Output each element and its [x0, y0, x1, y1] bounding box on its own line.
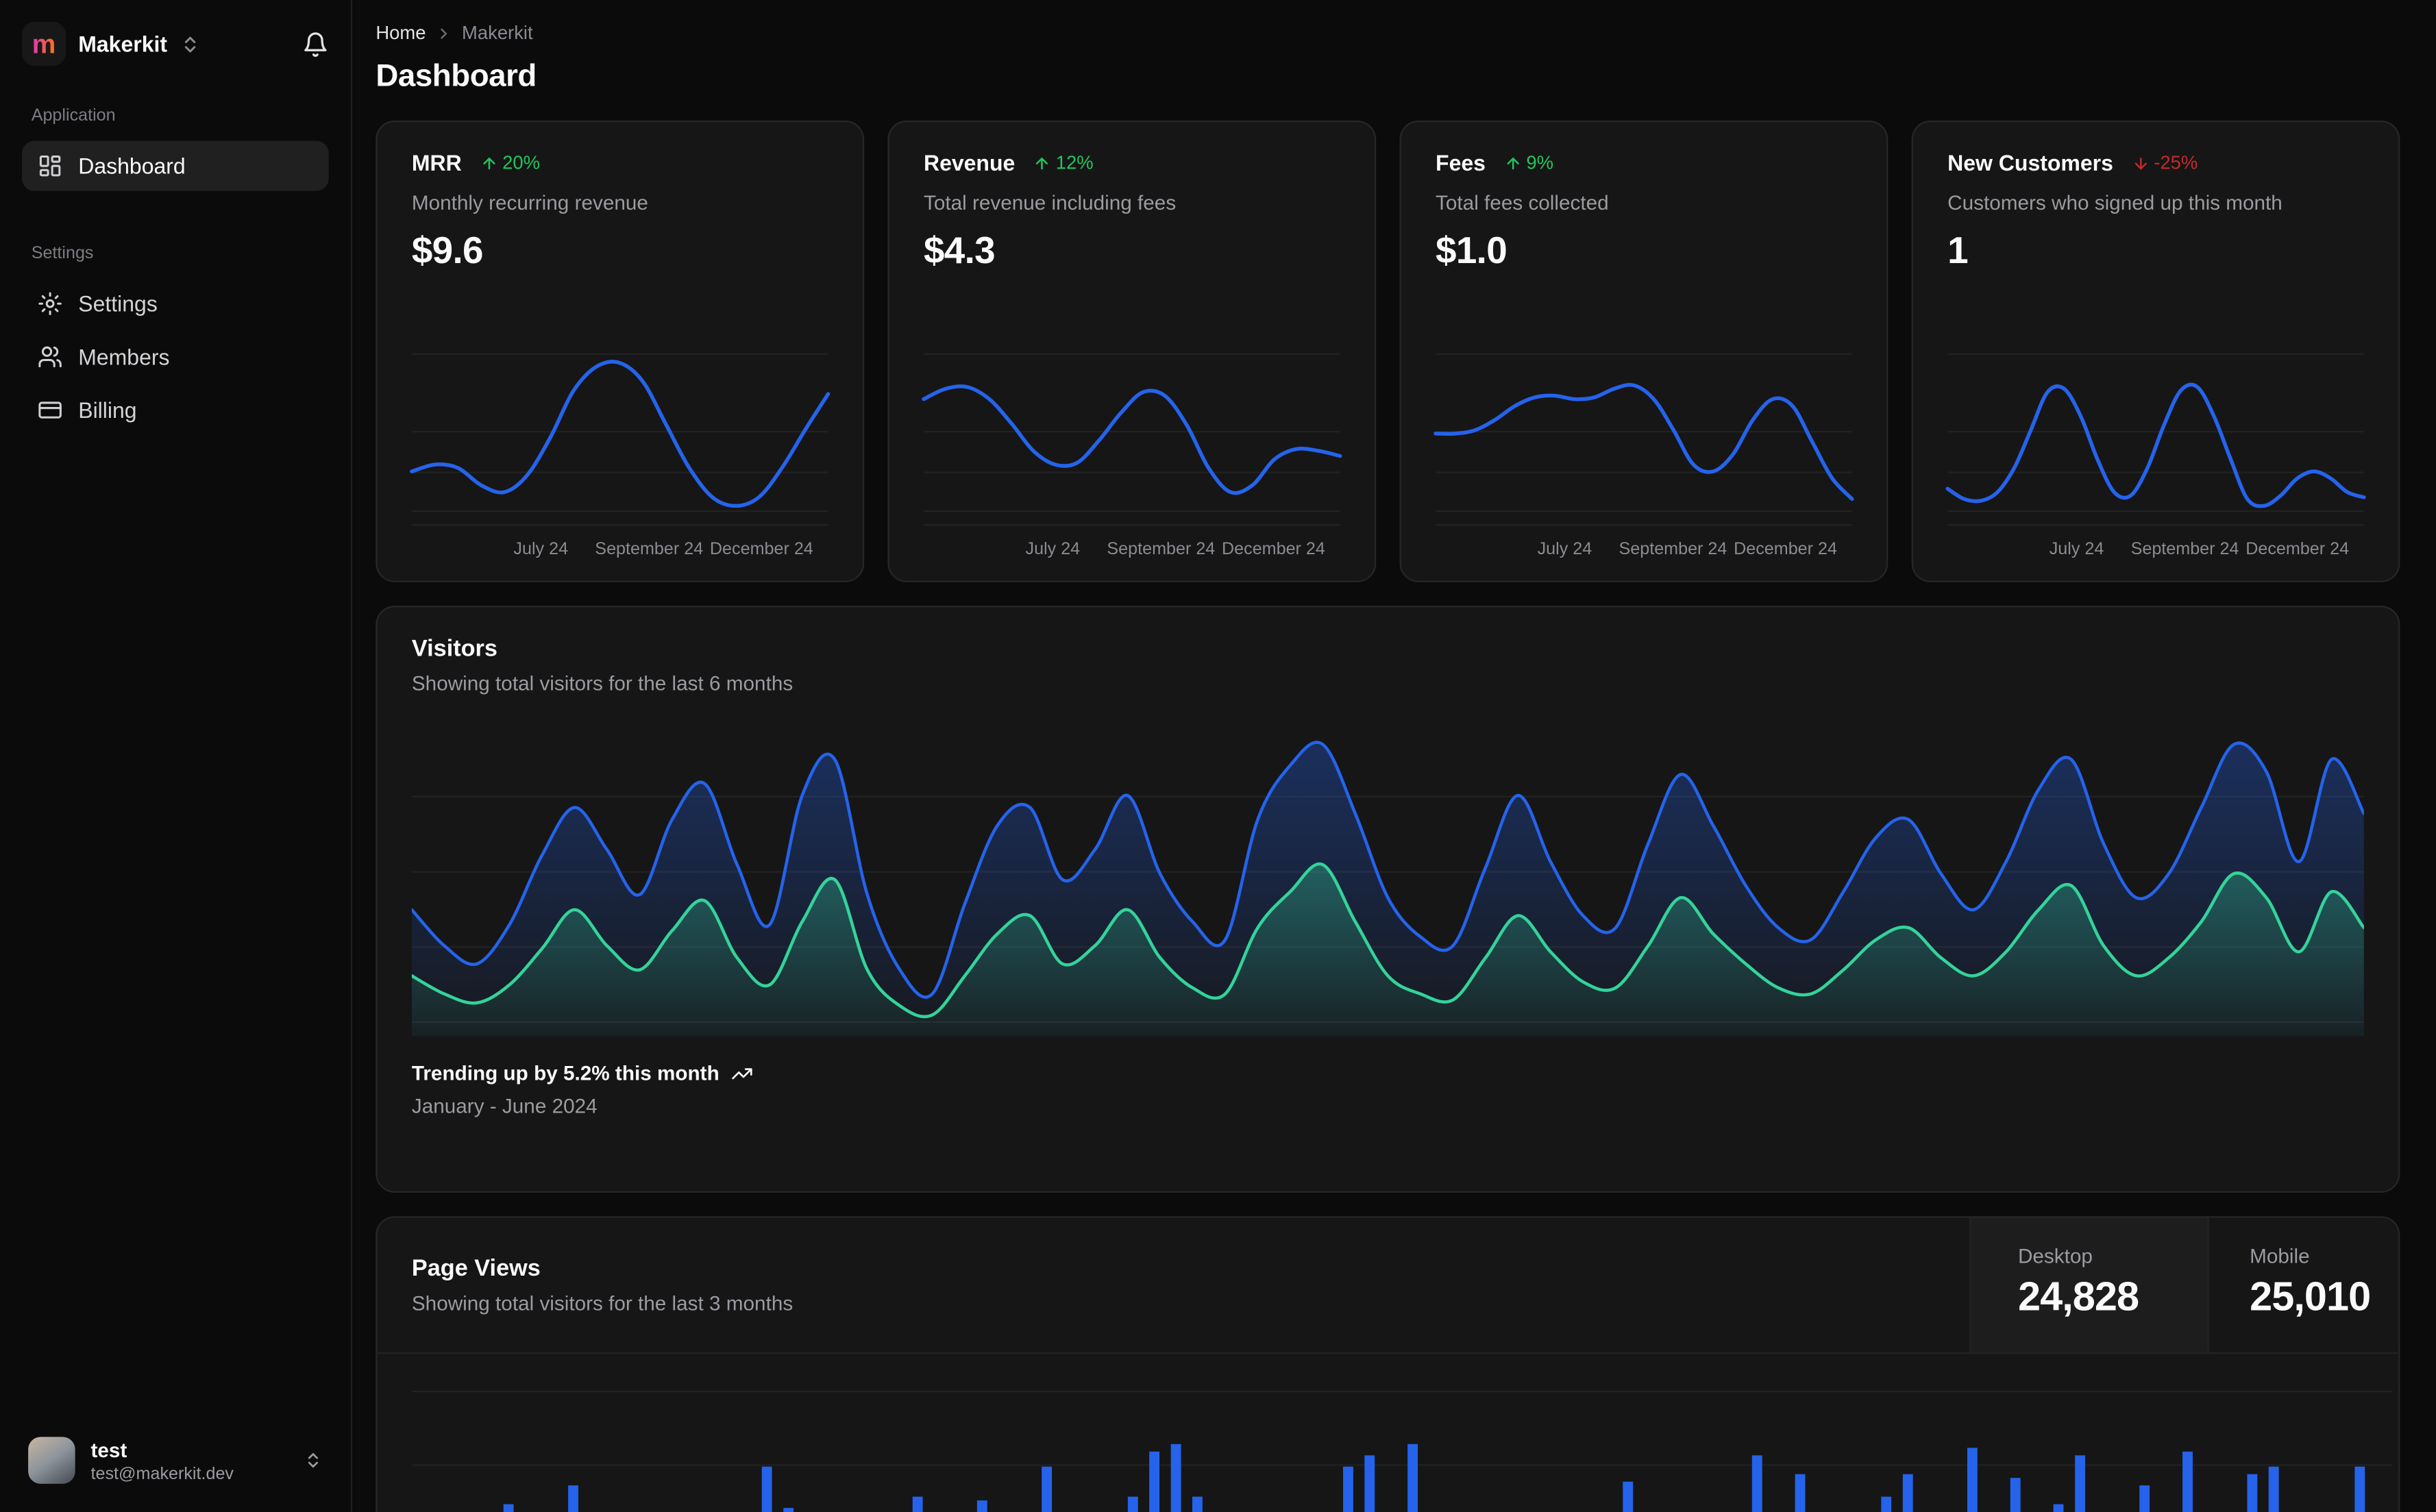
trend-badge: -25%	[2132, 152, 2198, 174]
app-window: m Makerkit Application Dashboard Setting…	[0, 0, 2436, 1512]
visitors-trend: Trending up by 5.2% this month	[412, 1061, 2364, 1085]
breadcrumb-current: Makerkit	[462, 21, 533, 44]
revenue-sparkline-chart	[922, 353, 1342, 526]
x-axis-labels: July 24 September 24 December 24	[513, 540, 813, 559]
visitors-subtitle: Showing total visitors for the last 6 mo…	[411, 671, 793, 695]
x-axis-labels: July 24 September 24 December 24	[2049, 540, 2350, 559]
stat-card-fees: Fees 9% Total fees collected $1.0 July 2…	[1399, 120, 1888, 582]
breadcrumb: Home Makerkit	[376, 22, 2400, 44]
visitors-title: Visitors	[411, 635, 497, 662]
user-name: test	[90, 1437, 127, 1461]
credit-card-icon	[38, 397, 63, 423]
breadcrumb-home-link[interactable]: Home	[376, 22, 426, 44]
stat-subtitle: Monthly recurring revenue	[411, 190, 648, 215]
stat-title: MRR	[411, 150, 462, 175]
x-axis-labels: July 24 September 24 December 24	[1537, 540, 1837, 559]
desktop-label: Desktop	[2017, 1244, 2093, 1268]
mrr-sparkline-chart	[410, 353, 831, 526]
trend-badge: 9%	[1504, 152, 1553, 174]
page-title: Dashboard	[376, 59, 537, 95]
stat-subtitle: Total revenue including fees	[923, 190, 1177, 215]
sidebar-item-billing[interactable]: Billing	[22, 385, 329, 435]
mobile-value: 25,010	[2250, 1272, 2371, 1319]
logo-letter: m	[32, 29, 56, 59]
sidebar-item-label: Billing	[78, 397, 137, 423]
nav-section-application: Application	[31, 106, 116, 125]
stat-value: $1.0	[1436, 230, 1508, 273]
stat-value: 1	[1947, 230, 1969, 273]
stat-title: Fees	[1436, 150, 1486, 175]
trend-badge: 12%	[1034, 152, 1094, 174]
fees-sparkline-chart	[1434, 353, 1854, 526]
main-content: Home Makerkit Dashboard MRR 20% Monthly …	[352, 0, 2436, 1512]
arrow-up-icon	[480, 154, 497, 171]
sidebar: m Makerkit Application Dashboard Setting…	[0, 0, 353, 1512]
stat-cards-row: MRR 20% Monthly recurring revenue $9.6 J…	[376, 120, 2400, 582]
user-meta: test test@makerkit.dev	[91, 1437, 234, 1483]
visitors-date-range: January - June 2024	[411, 1093, 598, 1118]
stat-subtitle: Customers who signed up this month	[1947, 190, 2283, 215]
page-views-header: Page Views Showing total visitors for th…	[377, 1217, 2399, 1354]
arrow-up-icon	[1034, 154, 1051, 171]
workspace-selector[interactable]: m Makerkit	[21, 21, 329, 66]
sidebar-item-label: Dashboard	[78, 153, 186, 179]
x-axis-labels: July 24 September 24 December 24	[1025, 540, 1325, 559]
stat-card-revenue: Revenue 12% Total revenue including fees…	[887, 120, 1377, 582]
stat-value: $9.6	[411, 230, 484, 273]
sidebar-item-label: Settings	[78, 290, 158, 317]
sidebar-item-dashboard[interactable]: Dashboard	[21, 140, 329, 191]
stat-card-mrr: MRR 20% Monthly recurring revenue $9.6 J…	[376, 120, 865, 582]
stat-value: $4.3	[923, 230, 996, 273]
workspace-name: Makerkit	[78, 31, 168, 57]
sidebar-item-label: Members	[78, 344, 170, 370]
user-menu[interactable]: test test@makerkit.dev	[22, 1428, 329, 1494]
sidebar-item-members[interactable]: Members	[22, 332, 329, 382]
sidebar-item-settings[interactable]: Settings	[22, 279, 329, 329]
stat-title: New Customers	[1947, 150, 2113, 175]
new-customers-sparkline-chart	[1945, 353, 2366, 526]
chevrons-up-down-icon	[180, 34, 200, 54]
page-views-chart-wrap	[411, 1354, 2393, 1512]
user-avatar	[28, 1437, 75, 1484]
mobile-label: Mobile	[2250, 1244, 2310, 1268]
user-email: test@makerkit.dev	[90, 1464, 234, 1483]
page-views-bar-chart	[411, 1390, 2393, 1512]
toggle-desktop[interactable]: Desktop 24,828	[1969, 1217, 2208, 1352]
gear-icon	[38, 291, 63, 317]
chevron-right-icon	[435, 24, 452, 41]
layout-dashboard-icon	[38, 153, 63, 179]
stat-title: Revenue	[923, 150, 1016, 175]
nav-section-settings: Settings	[31, 244, 94, 263]
notifications-bell-icon[interactable]	[302, 31, 329, 58]
page-views-subtitle: Showing total visitors for the last 3 mo…	[411, 1291, 793, 1315]
users-icon	[38, 345, 63, 370]
visitors-card: Visitors Showing total visitors for the …	[376, 606, 2400, 1193]
trend-badge: 20%	[480, 152, 540, 174]
stat-subtitle: Total fees collected	[1436, 190, 1609, 215]
trending-up-icon	[732, 1062, 754, 1084]
visitors-area-chart	[411, 741, 2364, 1037]
desktop-value: 24,828	[2017, 1272, 2139, 1319]
page-views-card: Page Views Showing total visitors for th…	[376, 1216, 2400, 1512]
page-views-title: Page Views	[411, 1255, 541, 1282]
stat-card-new-customers: New Customers -25% Customers who signed …	[1911, 120, 2400, 582]
chevrons-up-down-icon	[304, 1451, 322, 1470]
arrow-up-icon	[1504, 154, 1521, 171]
toggle-mobile[interactable]: Mobile 25,010	[2207, 1217, 2398, 1352]
arrow-down-icon	[2132, 154, 2149, 171]
makerkit-logo: m	[21, 21, 66, 66]
